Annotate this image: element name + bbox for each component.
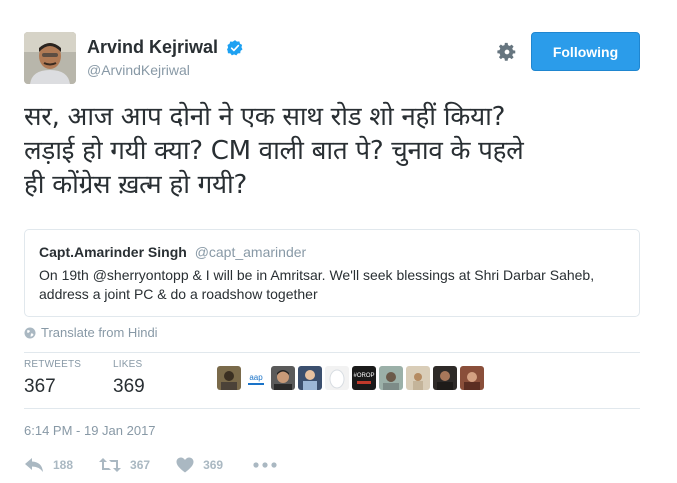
retweets-count: 367 (24, 376, 56, 397)
more-dots-icon (253, 462, 277, 468)
verified-badge-icon (226, 39, 242, 55)
liker-avatar[interactable] (406, 366, 430, 390)
liker-avatar[interactable] (217, 366, 241, 390)
liker-avatar[interactable] (460, 366, 484, 390)
retweet-icon (99, 458, 122, 472)
likes-stat[interactable]: LIKES 369 (113, 359, 145, 398)
more-actions-button[interactable] (253, 462, 286, 468)
quoted-tweet-header: Capt.Amarinder Singh @capt_amarinder (39, 244, 625, 260)
heart-icon (176, 457, 194, 473)
liker-avatar[interactable] (298, 366, 322, 390)
liker-avatar[interactable] (325, 366, 349, 390)
quoted-text-line: On 19th @sherryontopp & I will be in Amr… (39, 267, 595, 283)
author-name[interactable]: Arvind Kejriwal (87, 37, 218, 58)
reply-count: 188 (53, 458, 74, 472)
liker-avatar[interactable]: aap (244, 366, 268, 390)
quoted-tweet-text: On 19th @sherryontopp & I will be in Amr… (39, 266, 625, 304)
gear-icon[interactable] (496, 41, 518, 63)
liker-avatars: aap #OROP (217, 366, 484, 390)
liker-avatar[interactable]: #OROP (352, 366, 376, 390)
tweet-stats: RETWEETS 367 LIKES 369 aap #OROP (24, 359, 640, 401)
globe-icon (24, 327, 36, 338)
tweet-text-line: ही कोंग्रेस ख़त्म हो गयी? (24, 170, 247, 200)
author-handle[interactable]: @ArvindKejriwal (87, 62, 244, 78)
orop-logo-text: #OROP (353, 373, 374, 379)
tweet-text-line: लड़ाई हो गयी क्या? CM वाली बात पे? चुनाव… (24, 136, 524, 166)
tweet-header: Arvind Kejriwal @ArvindKejriwal Followin… (24, 32, 640, 86)
reply-button[interactable]: 188 (24, 457, 73, 473)
tweet-timestamp[interactable]: 6:14 PM - 19 Jan 2017 (24, 423, 156, 438)
likes-label: LIKES (113, 359, 143, 370)
author-name-block: Arvind Kejriwal @ArvindKejriwal (87, 37, 244, 78)
following-button[interactable]: Following (531, 32, 640, 71)
reply-icon (25, 458, 43, 472)
quoted-author-name: Capt.Amarinder Singh (39, 244, 187, 260)
translate-link[interactable]: Translate from Hindi (24, 325, 158, 340)
tweet-actions: 188 367 369 (24, 455, 312, 475)
divider (24, 352, 640, 353)
tweet-text-line: सर, आज आप दोनो ने एक साथ रोड शो नहीं किय… (24, 102, 506, 132)
likes-count: 369 (113, 376, 145, 397)
quoted-author-handle: @capt_amarinder (194, 244, 307, 260)
retweets-stat[interactable]: RETWEETS 367 (24, 359, 81, 398)
translate-label: Translate from Hindi (41, 325, 158, 340)
aap-logo-text: aap (249, 373, 263, 382)
like-count: 369 (203, 458, 224, 472)
liker-avatar[interactable] (433, 366, 457, 390)
liker-avatar[interactable] (379, 366, 403, 390)
retweet-count: 367 (130, 458, 151, 472)
liker-avatar[interactable] (271, 366, 295, 390)
quoted-tweet-card[interactable]: Capt.Amarinder Singh @capt_amarinder On … (24, 229, 640, 317)
quoted-text-line: address a joint PC & do a roadshow toget… (39, 286, 318, 302)
author-avatar[interactable] (24, 32, 76, 84)
retweets-label: RETWEETS (24, 359, 82, 370)
tweet-text: सर, आज आप दोनो ने एक साथ रोड शो नहीं किय… (24, 100, 644, 202)
like-button[interactable]: 369 (176, 457, 223, 473)
divider (24, 408, 640, 409)
retweet-button[interactable]: 367 (99, 457, 150, 473)
